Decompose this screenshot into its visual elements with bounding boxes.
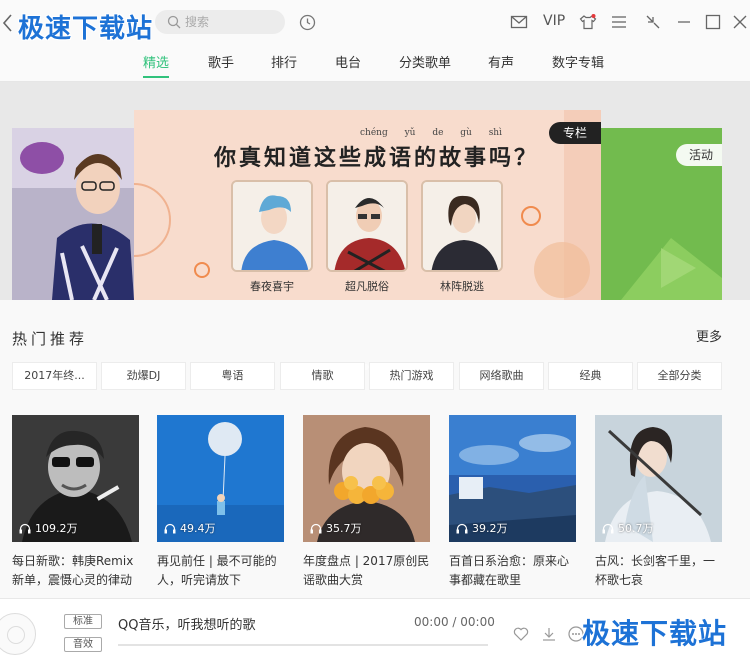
column-badge: 专栏 (549, 122, 601, 144)
search-input[interactable] (185, 12, 275, 32)
minimize-icon[interactable] (675, 14, 693, 30)
playlist-card[interactable]: 50.7万 古风：长剑客千里，一杯歌七哀 (595, 415, 722, 590)
chip-love-songs[interactable]: 情歌 (280, 362, 365, 390)
playlist-card[interactable]: 35.7万 年度盘点 | 2017原创民谣歌曲大赏 (303, 415, 430, 590)
playback-time: 00:00 / 00:00 (414, 615, 495, 629)
chip-dj[interactable]: 劲爆DJ (101, 362, 186, 390)
play-count: 49.4万 (164, 520, 216, 536)
banner-headline: 你真知道这些成语的故事吗？ (214, 145, 540, 171)
playlist-cover: 39.2万 (449, 415, 576, 542)
headphones-icon (310, 523, 322, 533)
chip-classics[interactable]: 经典 (548, 362, 633, 390)
playlist-title[interactable]: 年度盘点 | 2017原创民谣歌曲大赏 (303, 552, 430, 590)
section-title: 热门推荐 (12, 330, 89, 348)
chip-cantonese[interactable]: 粤语 (190, 362, 275, 390)
watermark-bottom: 极速下载站 (582, 617, 728, 650)
skin-shirt-icon[interactable] (579, 14, 597, 30)
photo-caption-2: 超凡脱俗 (345, 280, 389, 293)
download-icon[interactable] (541, 626, 557, 642)
sound-effect-button[interactable]: 音效 (64, 637, 102, 652)
playlist-cover: 35.7万 (303, 415, 430, 542)
headphones-icon (456, 523, 468, 533)
play-count: 35.7万 (310, 520, 362, 536)
chip-2017-year-end[interactable]: 2017年终... (12, 362, 97, 390)
tab-radio[interactable]: 电台 (335, 52, 361, 78)
main-tabs: 精选 歌手 排行 电台 分类歌单 有声 数字专辑 (0, 44, 750, 82)
watermark-top: 极速下载站 (18, 14, 154, 44)
headphones-icon (19, 523, 31, 533)
playlist-cover: 50.7万 (595, 415, 722, 542)
mail-icon[interactable] (510, 14, 528, 30)
playlist-card[interactable]: 39.2万 百首日系治愈：原来心事都藏在歌里 (449, 415, 576, 590)
headphones-icon (602, 523, 614, 533)
vip-button[interactable]: VIP (543, 13, 565, 29)
artist-photo-2 (326, 180, 408, 272)
playlist-cover: 109.2万 (12, 415, 139, 542)
playlist-title[interactable]: 百首日系治愈：原来心事都藏在歌里 (449, 552, 576, 590)
heart-icon[interactable] (513, 626, 529, 642)
tab-digital-albums[interactable]: 数字专辑 (552, 52, 604, 78)
album-art-disc[interactable] (0, 613, 36, 655)
play-count: 109.2万 (19, 520, 78, 536)
event-badge: 活动 (676, 144, 722, 166)
more-link[interactable]: 更多 (696, 326, 722, 345)
playlist-card[interactable]: 109.2万 每日新歌：韩庚Remix新单，震慑心灵的律动 (12, 415, 139, 590)
banner-carousel: chéng yǔ de gù shì 你真知道这些成语的故事吗？ 专栏 春夜喜宇… (0, 82, 750, 371)
quality-button[interactable]: 标准 (64, 614, 102, 629)
qq-music-window: VIP 精选 歌手 排行 电台 分类歌单 有 (0, 0, 750, 661)
chip-all-categories[interactable]: 全部分类 (637, 362, 722, 390)
play-count: 39.2万 (456, 520, 508, 536)
photo-caption-1: 春夜喜宇 (250, 280, 294, 293)
history-clock-icon[interactable] (299, 14, 316, 31)
playlist-title[interactable]: 每日新歌：韩庚Remix新单，震慑心灵的律动 (12, 552, 139, 590)
tab-singers[interactable]: 歌手 (208, 52, 234, 78)
back-arrow-icon[interactable] (0, 12, 16, 34)
search-icon (167, 15, 181, 29)
now-playing-title: QQ音乐，听我想听的歌 (118, 618, 256, 633)
tab-featured[interactable]: 精选 (143, 52, 170, 78)
tab-playlist-categories[interactable]: 分类歌单 (399, 52, 451, 78)
banner-prev-slide[interactable] (12, 128, 134, 300)
banner-main-slide[interactable]: chéng yǔ de gù shì 你真知道这些成语的故事吗？ 专栏 春夜喜宇… (134, 110, 601, 300)
chip-hot-games[interactable]: 热门游戏 (369, 362, 454, 390)
artist-photo-1 (231, 180, 313, 272)
playlist-card[interactable]: 49.4万 再见前任 | 最不可能的人，听完请放下 (157, 415, 284, 590)
playlist-title[interactable]: 再见前任 | 最不可能的人，听完请放下 (157, 552, 284, 590)
banner-next-slide[interactable]: 活动 (601, 128, 722, 300)
photo-caption-3: 林阵脱逃 (440, 280, 484, 293)
play-count: 50.7万 (602, 520, 654, 536)
tab-audiobooks[interactable]: 有声 (488, 52, 514, 78)
chip-internet-songs[interactable]: 网络歌曲 (459, 362, 544, 390)
tab-charts[interactable]: 排行 (271, 52, 297, 78)
banner-pinyin: chéng yǔ de gù shì (360, 128, 502, 138)
maximize-icon[interactable] (704, 14, 722, 30)
playlist-title[interactable]: 古风：长剑客千里，一杯歌七哀 (595, 552, 722, 590)
mini-mode-icon[interactable] (644, 14, 662, 30)
menu-icon[interactable] (610, 14, 628, 30)
artist-photo-3 (421, 180, 503, 272)
search-box[interactable] (155, 10, 285, 34)
close-icon[interactable] (731, 14, 749, 30)
playlist-cover: 49.4万 (157, 415, 284, 542)
progress-bar[interactable] (118, 644, 488, 646)
headphones-icon (164, 523, 176, 533)
singer-photo-image (12, 128, 134, 300)
